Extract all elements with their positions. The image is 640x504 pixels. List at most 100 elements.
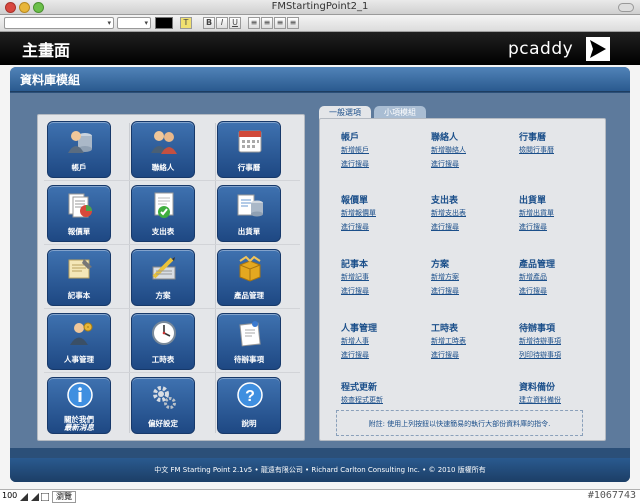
tile-label: 說明	[241, 419, 257, 428]
todo-icon	[239, 321, 261, 347]
tile-timesheet[interactable]: 工時表	[131, 313, 195, 370]
new-todo-link[interactable]: 新增待辦事項	[519, 337, 561, 346]
group-accounts: 帳戶 新增帳戶 進行搜尋	[341, 133, 369, 169]
tile-invoices[interactable]: 出貨單	[217, 185, 281, 242]
search-contacts-link[interactable]: 進行搜尋	[431, 160, 466, 169]
tile-accounts[interactable]: 帳戶	[47, 121, 111, 178]
gear-icon	[153, 386, 176, 409]
new-project-link[interactable]: 新增方案	[431, 273, 459, 282]
align-right-button[interactable]: ≡	[274, 17, 286, 29]
tile-notes[interactable]: 記事本	[47, 249, 111, 306]
underline-button[interactable]: U	[229, 17, 241, 29]
tile-about[interactable]: 關於我們 最新消息	[47, 377, 111, 434]
search-timesheet-link[interactable]: 進行搜尋	[431, 351, 466, 360]
pcaddy-logo-icon	[586, 37, 610, 61]
tile-contacts[interactable]: 聯絡人	[131, 121, 195, 178]
justify-button[interactable]: ≡	[287, 17, 299, 29]
tile-quotes[interactable]: 報價單	[47, 185, 111, 242]
search-invoices-link[interactable]: 進行搜尋	[519, 223, 554, 232]
new-account-link[interactable]: 新增帳戶	[341, 146, 369, 155]
new-contact-link[interactable]: 新增聯絡人	[431, 146, 466, 155]
tile-todo[interactable]: 待辦事項	[217, 313, 281, 370]
new-timesheet-link[interactable]: 新增工時表	[431, 337, 466, 346]
tile-personnel[interactable]: 人事管理	[47, 313, 111, 370]
divider	[44, 244, 300, 245]
group-projects: 方案 新增方案 進行搜尋	[431, 260, 459, 296]
calendar-icon	[238, 130, 262, 153]
status-toggle-icon[interactable]	[41, 493, 49, 501]
print-todo-link[interactable]: 列印待辦事項	[519, 351, 561, 360]
group-title: 出貨單	[519, 196, 547, 206]
section-title: 資料庫模組	[20, 73, 81, 87]
search-notes-link[interactable]: 進行搜尋	[341, 287, 369, 296]
new-expense-link[interactable]: 新增支出表	[431, 209, 466, 218]
group-title: 帳戶	[341, 133, 360, 143]
search-quotes-link[interactable]: 進行搜尋	[341, 223, 376, 232]
tile-label: 關於我們 最新消息	[48, 416, 110, 432]
invoices-icon	[237, 194, 263, 217]
text-color-picker[interactable]	[155, 17, 173, 29]
search-expenses-link[interactable]: 進行搜尋	[431, 223, 466, 232]
brand-name: pcaddy	[508, 39, 574, 59]
chevron-down-icon: ▾	[144, 19, 148, 27]
group-title: 聯絡人	[431, 133, 459, 143]
quotes-icon	[68, 193, 92, 218]
group-invoices: 出貨單 新增出貨單 進行搜尋	[519, 196, 554, 232]
highlight-button[interactable]: T	[180, 17, 192, 29]
group-timesheet: 工時表 新增工時表 進行搜尋	[431, 324, 466, 360]
group-todo: 待辦事項 新增待辦事項 列印待辦事項	[519, 324, 561, 360]
mode-indicator[interactable]: 瀏覽	[52, 491, 76, 503]
group-expenses: 支出表 新增支出表 進行搜尋	[431, 196, 466, 232]
tile-label: 偏好設定	[148, 419, 178, 428]
projects-icon	[152, 257, 176, 280]
tile-projects[interactable]: 方案	[131, 249, 195, 306]
tile-expenses[interactable]: 支出表	[131, 185, 195, 242]
tile-label: 聯絡人	[151, 163, 175, 172]
watermark: #1067743	[587, 490, 636, 501]
app-header: 主畫面 pcaddy	[0, 32, 640, 65]
align-center-button[interactable]: ≡	[261, 17, 273, 29]
search-personnel-link[interactable]: 進行搜尋	[341, 351, 377, 360]
view-calendar-link[interactable]: 檢閱行事曆	[519, 146, 554, 155]
tile-help[interactable]: ? 說明	[217, 377, 281, 434]
new-invoice-link[interactable]: 新增出貨單	[519, 209, 554, 218]
group-title: 待辦事項	[519, 324, 556, 334]
tile-label: 方案	[155, 291, 171, 300]
help-icon: ?	[237, 382, 263, 408]
search-products-link[interactable]: 進行搜尋	[519, 287, 555, 296]
font-select[interactable]: ▾	[4, 17, 114, 29]
tile-preferences[interactable]: 偏好設定	[131, 377, 195, 434]
check-updates-link[interactable]: 檢查程式更新	[341, 396, 383, 405]
create-backup-link[interactable]: 建立資料備份	[519, 396, 561, 405]
new-personnel-link[interactable]: 新增人事	[341, 337, 377, 346]
group-title: 支出表	[431, 196, 459, 206]
chevron-down-icon: ▾	[107, 19, 111, 27]
group-title: 程式更新	[341, 383, 378, 393]
new-note-link[interactable]: 新增記事	[341, 273, 369, 282]
font-size-select[interactable]: ▾	[117, 17, 151, 29]
divider	[44, 372, 300, 373]
section-header: 資料庫模組	[10, 67, 630, 92]
tile-calendar[interactable]: 行事曆	[217, 121, 281, 178]
window-title: FMStartingPoint2_1	[271, 1, 369, 12]
group-backup: 資料備份 建立資料備份	[519, 383, 561, 405]
toolbar-toggle-button[interactable]	[618, 3, 634, 12]
zoom-level[interactable]: 100	[2, 491, 17, 500]
tile-products[interactable]: 產品管理	[217, 249, 281, 306]
bold-button[interactable]: B	[203, 17, 215, 29]
group-title: 產品管理	[519, 260, 556, 270]
tile-label: 待辦事項	[234, 355, 264, 364]
new-quote-link[interactable]: 新增報價單	[341, 209, 376, 218]
divider	[44, 308, 300, 309]
tile-label: 工時表	[151, 355, 175, 364]
italic-button[interactable]: I	[216, 17, 228, 29]
align-left-button[interactable]: ≡	[248, 17, 260, 29]
zoom-out-icon[interactable]	[20, 493, 28, 501]
products-icon	[239, 255, 261, 282]
accounts-icon	[68, 131, 92, 153]
search-projects-link[interactable]: 進行搜尋	[431, 287, 459, 296]
svg-text:?: ?	[245, 388, 255, 405]
search-accounts-link[interactable]: 進行搜尋	[341, 160, 369, 169]
zoom-in-icon[interactable]	[31, 493, 39, 501]
new-product-link[interactable]: 新增產品	[519, 273, 555, 282]
